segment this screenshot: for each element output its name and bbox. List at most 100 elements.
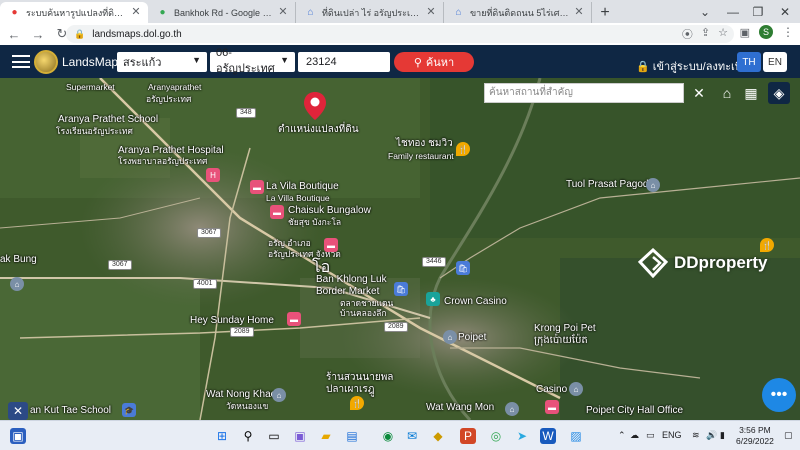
close-icon[interactable]: ✕ bbox=[688, 82, 710, 104]
map-label: ชัยสุข บังกะโล bbox=[288, 217, 342, 227]
browser-tab-google-maps[interactable]: ● Bankhok Rd - Google Maps ✕ bbox=[148, 2, 296, 23]
profile-avatar[interactable]: S bbox=[759, 25, 773, 39]
parcel-marker-icon[interactable] bbox=[304, 92, 326, 120]
bookmark-star-icon[interactable]: ☆ bbox=[718, 26, 728, 42]
desktop-icon[interactable]: ▣ bbox=[10, 428, 26, 444]
road-shield: 2089 bbox=[384, 322, 408, 332]
map-label: Casino bbox=[536, 384, 568, 395]
restaurant-icon[interactable]: 🍴 bbox=[456, 142, 470, 156]
road-shield: 3446 bbox=[422, 257, 446, 267]
more-options-button[interactable]: ••• bbox=[762, 378, 796, 412]
browser-tab-listing-1[interactable]: ⌂ ที่ดินเปล่า ไร่ อรัญประเทศ สระแก้ว ซื้… bbox=[296, 2, 444, 23]
google-maps-icon: ● bbox=[159, 7, 166, 18]
location-icon[interactable]: ⦿ bbox=[682, 26, 693, 42]
map-label: โรงพยาบาลอรัญประเทศ bbox=[118, 156, 208, 166]
hotel-icon[interactable]: ▬ bbox=[250, 180, 264, 194]
wifi-icon[interactable]: ≋ bbox=[692, 430, 700, 441]
battery-icon[interactable]: ▮ bbox=[720, 430, 725, 441]
temple-icon[interactable]: ⌂ bbox=[569, 382, 583, 396]
hospital-icon[interactable]: H bbox=[206, 168, 220, 182]
new-tab-button[interactable]: + bbox=[592, 2, 618, 23]
shopping-icon[interactable]: 🛍 bbox=[456, 261, 470, 275]
hamburger-menu-icon[interactable] bbox=[12, 55, 30, 68]
close-icon[interactable]: ✕ bbox=[277, 6, 289, 18]
file-explorer-icon[interactable]: ▰ bbox=[318, 428, 334, 444]
government-icon[interactable]: ⌂ bbox=[443, 330, 457, 344]
menu-kebab-icon[interactable]: ⋮ bbox=[782, 25, 794, 39]
close-window-icon[interactable]: ✕ bbox=[770, 0, 800, 23]
ddproperty-watermark: DDproperty bbox=[638, 248, 768, 278]
province-value: สระแก้ว bbox=[123, 57, 162, 69]
map-label: Crown Casino bbox=[444, 296, 507, 307]
browser-tab-landsmaps[interactable]: ● ระบบค้นหารูปแปลงที่ดิน (LandsMaps ✕ bbox=[0, 2, 148, 23]
school-icon[interactable]: 🎓 bbox=[122, 403, 136, 417]
forward-arrow-icon[interactable]: → bbox=[28, 24, 48, 44]
restaurant-icon[interactable]: 🍴 bbox=[350, 396, 364, 410]
browser-tab-listing-2[interactable]: ⌂ ขายที่ดินติดถนน 5ไร่เศษ ห่างจากเขตแดน … bbox=[444, 2, 592, 23]
lang-en-button[interactable]: EN bbox=[763, 52, 787, 72]
cloud-icon[interactable]: ☁ bbox=[630, 430, 639, 441]
chevron-down-icon[interactable]: ⌄ bbox=[690, 0, 720, 23]
lang-th-button[interactable]: TH bbox=[737, 52, 761, 72]
tab-title: ที่ดินเปล่า ไร่ อรัญประเทศ สระแก้ว ซื้อข… bbox=[322, 7, 421, 18]
tab-title: ระบบค้นหารูปแปลงที่ดิน (LandsMaps bbox=[26, 7, 126, 18]
map-label: Ban Khlong Luk bbox=[316, 274, 387, 285]
grid-icon[interactable]: ▦ bbox=[740, 82, 762, 104]
road-shield: 348 bbox=[236, 108, 256, 118]
chevron-down-icon: ▼ bbox=[280, 55, 289, 65]
restore-icon[interactable]: ❐ bbox=[743, 0, 773, 23]
close-icon[interactable]: ✕ bbox=[425, 6, 437, 18]
url-bar[interactable]: 🔒 landsmaps.dol.go.th ⦿ ⇪ ☆ bbox=[66, 25, 734, 43]
home-icon[interactable]: ⌂ bbox=[716, 82, 738, 104]
share-icon[interactable]: ⇪ bbox=[701, 26, 710, 42]
road-shield: 2089 bbox=[230, 327, 254, 337]
temple-icon[interactable]: ⌂ bbox=[272, 388, 286, 402]
casino-icon[interactable]: ♣ bbox=[426, 292, 440, 306]
search-button[interactable]: ⚲ ค้นหา bbox=[394, 52, 474, 72]
windows-start-icon[interactable]: ⊞ bbox=[214, 428, 230, 444]
system-clock[interactable]: 3:56 PM 6/29/2022 bbox=[736, 425, 774, 447]
map-label: Wat Wang Mon bbox=[426, 402, 495, 413]
tools-icon[interactable]: ✕ bbox=[8, 402, 28, 420]
district-select[interactable]: 06-อรัญประเทศ ▼ bbox=[210, 47, 295, 75]
hotel-icon[interactable]: ▬ bbox=[324, 238, 338, 252]
map-label: Aranya Prathet Hospital bbox=[118, 145, 224, 156]
map-view[interactable]: Supermarket Aranyaprathet อรัญประเทศ Ara… bbox=[0, 78, 800, 420]
parcel-number-input[interactable]: 23124 bbox=[298, 52, 390, 72]
close-icon[interactable]: ✕ bbox=[130, 6, 142, 18]
edge-icon[interactable]: ◉ bbox=[380, 428, 396, 444]
word-icon[interactable]: W bbox=[540, 428, 556, 444]
hotel-icon[interactable]: ▬ bbox=[545, 400, 559, 414]
search-icon[interactable]: ⚲ bbox=[240, 428, 256, 444]
map-label: Wat Nong Khae bbox=[206, 389, 277, 400]
input-language[interactable]: ENG bbox=[662, 430, 682, 440]
close-icon[interactable]: ✕ bbox=[573, 6, 585, 18]
temple-icon[interactable]: ⌂ bbox=[10, 277, 24, 291]
back-arrow-icon[interactable]: ← bbox=[4, 24, 24, 44]
task-view-icon[interactable]: ▭ bbox=[266, 428, 282, 444]
temple-icon[interactable]: ⌂ bbox=[646, 178, 660, 192]
volume-icon[interactable]: 🔊 bbox=[706, 430, 717, 441]
hotel-icon[interactable]: ▬ bbox=[270, 205, 284, 219]
chrome-icon[interactable]: ◎ bbox=[488, 428, 504, 444]
store-icon[interactable]: ▤ bbox=[344, 428, 360, 444]
chevron-up-icon[interactable]: ⌃ bbox=[618, 430, 626, 441]
app-icon[interactable]: ◆ bbox=[430, 428, 446, 444]
place-search-input[interactable]: ค้นหาสถานที่สำคัญ bbox=[484, 83, 684, 103]
mail-icon[interactable]: ✉ bbox=[404, 428, 420, 444]
photos-icon[interactable]: ▨ bbox=[568, 428, 584, 444]
telegram-icon[interactable]: ➤ bbox=[514, 428, 530, 444]
teams-chat-icon[interactable]: ▣ bbox=[292, 428, 308, 444]
shopping-icon[interactable]: 🛍 bbox=[394, 282, 408, 296]
layers-icon[interactable]: ◈ bbox=[768, 82, 790, 104]
hotel-icon[interactable]: ▬ bbox=[287, 312, 301, 326]
map-label: Krong Poi Pet bbox=[534, 323, 596, 334]
province-select[interactable]: สระแก้ว ▼ bbox=[117, 52, 207, 72]
dol-logo bbox=[34, 50, 58, 74]
tray-icon[interactable]: ▭ bbox=[646, 430, 655, 441]
map-label: ak Bung bbox=[0, 254, 37, 265]
powerpoint-icon[interactable]: P bbox=[460, 428, 476, 444]
temple-icon[interactable]: ⌂ bbox=[505, 402, 519, 416]
notification-icon[interactable]: ▢ bbox=[784, 430, 793, 441]
sidebar-toggle-icon[interactable]: ▣ bbox=[740, 26, 750, 39]
